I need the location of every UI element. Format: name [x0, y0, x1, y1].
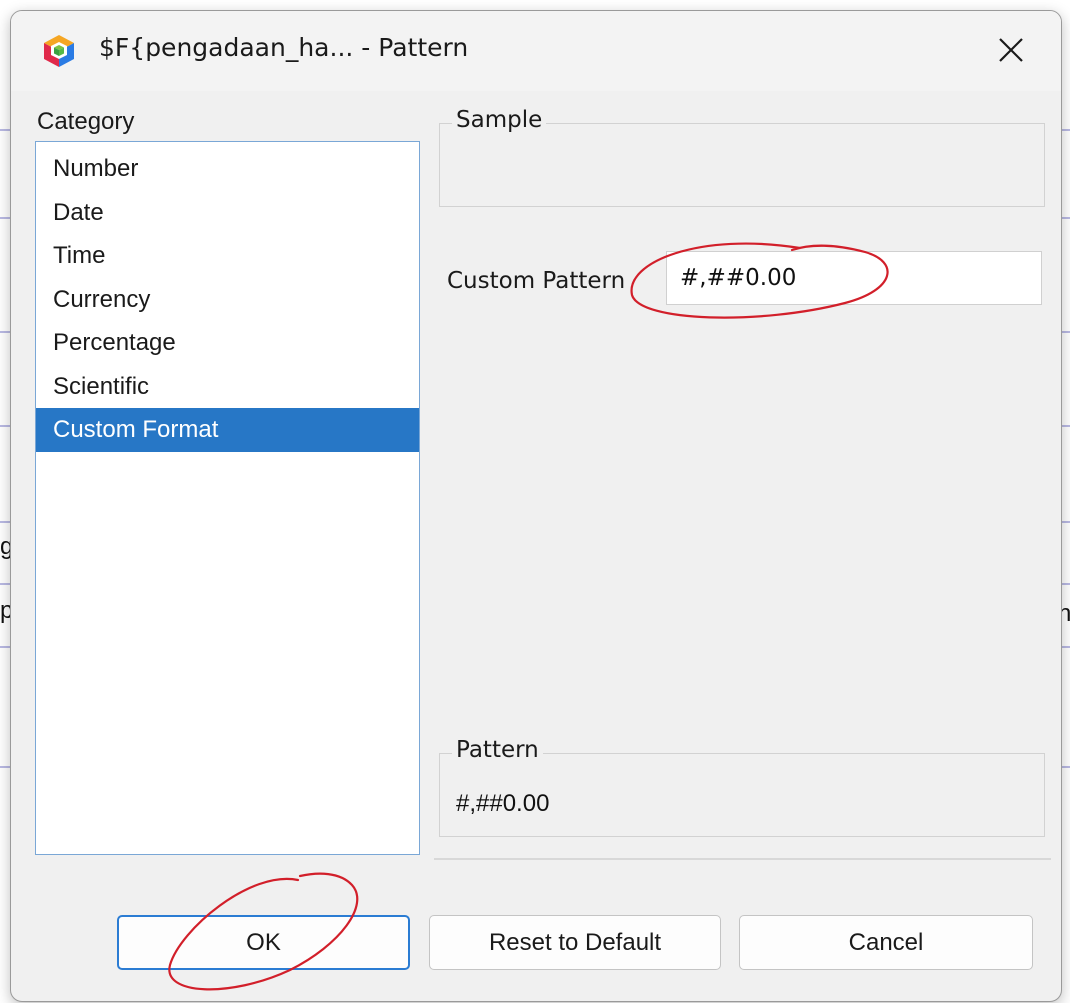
dialog-title: $F{pengadaan_ha... - Pattern [99, 33, 469, 62]
category-item-scientific[interactable]: Scientific [36, 365, 419, 409]
close-button[interactable] [961, 11, 1061, 89]
ok-button[interactable]: OK [117, 915, 410, 970]
custom-pattern-input[interactable] [666, 251, 1042, 305]
category-item-percentage[interactable]: Percentage [36, 321, 419, 365]
category-list[interactable]: Number Date Time Currency Percentage Sci… [35, 141, 420, 855]
category-item-number[interactable]: Number [36, 147, 419, 191]
title-bar[interactable]: $F{pengadaan_ha... - Pattern [11, 11, 1061, 91]
divider [434, 858, 1051, 860]
category-label: Category [37, 108, 135, 135]
screenshot-stage: g p n_ $F{pengadaan_ha... - Pattern Cat [0, 0, 1070, 1003]
category-item-custom-format[interactable]: Custom Format [36, 408, 419, 452]
cancel-button[interactable]: Cancel [739, 915, 1033, 970]
sample-legend: Sample [452, 107, 547, 133]
sample-group: Sample [439, 107, 1045, 207]
category-item-currency[interactable]: Currency [36, 278, 419, 322]
pattern-group: Pattern #,##0.00 [439, 737, 1045, 837]
pattern-value: #,##0.00 [456, 790, 550, 817]
pattern-dialog: $F{pengadaan_ha... - Pattern Category Nu… [10, 10, 1062, 1002]
category-item-date[interactable]: Date [36, 191, 419, 235]
pattern-legend: Pattern [452, 737, 543, 763]
netbeans-cube-icon [44, 35, 74, 67]
close-icon [999, 38, 1023, 62]
custom-pattern-label: Custom Pattern [447, 268, 626, 294]
reset-to-default-button[interactable]: Reset to Default [429, 915, 721, 970]
category-item-time[interactable]: Time [36, 234, 419, 278]
